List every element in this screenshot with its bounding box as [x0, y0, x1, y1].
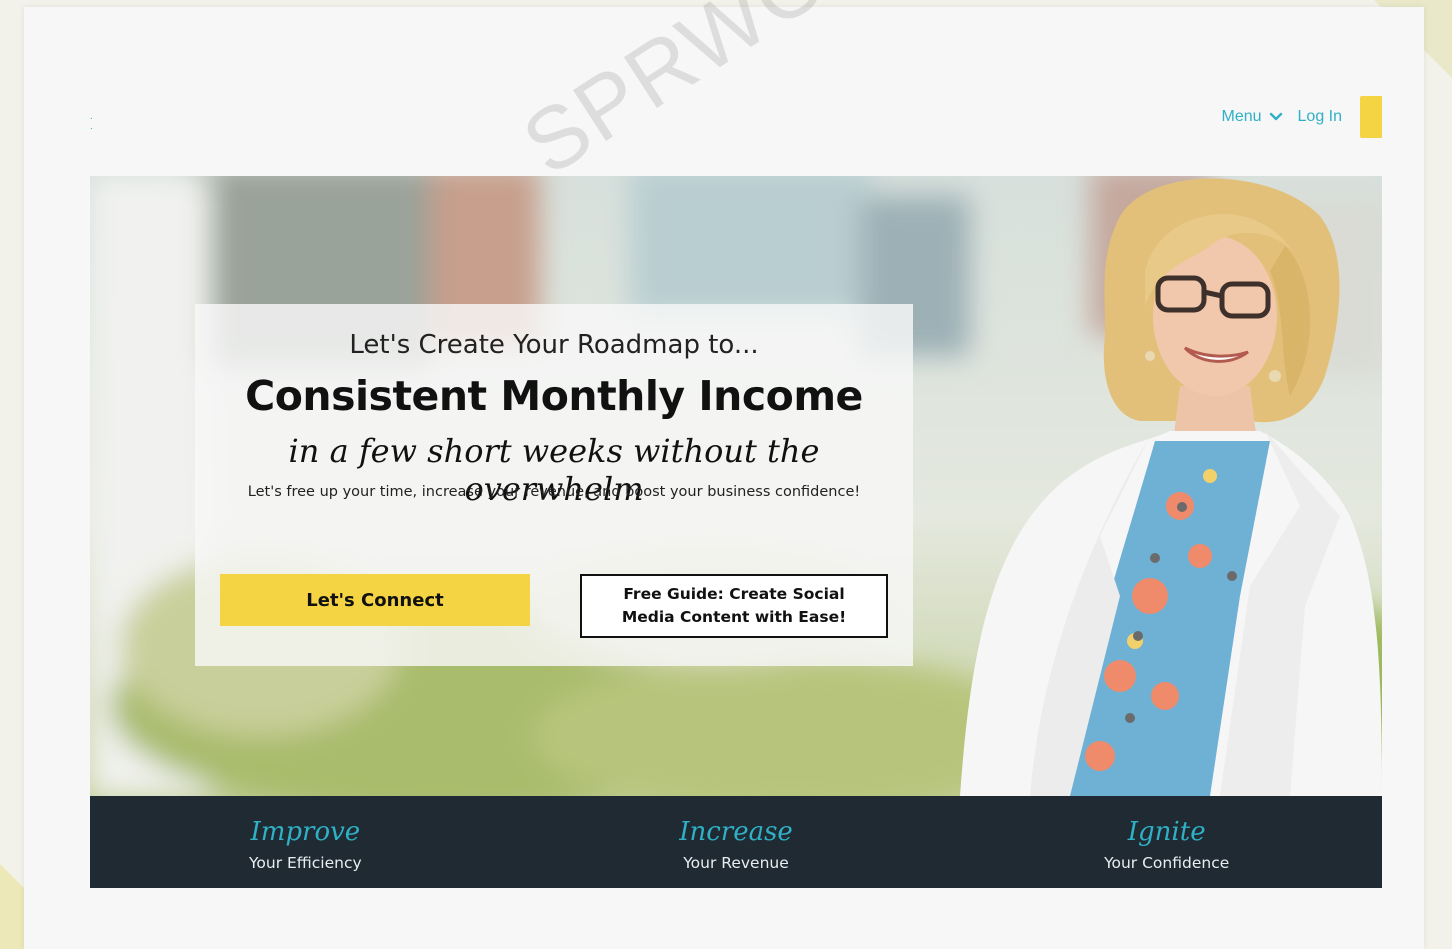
login-label: Log In	[1297, 108, 1342, 125]
lets-connect-button[interactable]: Let's Connect	[220, 574, 530, 626]
menu-label: Menu	[1221, 108, 1262, 125]
hero-card: Let's Create Your Roadmap to... Consiste…	[195, 304, 913, 666]
logo-fragment: ..	[90, 111, 93, 132]
hero-eyebrow: Let's Create Your Roadmap to...	[349, 330, 759, 360]
pillar-label: Your Efficiency	[248, 854, 362, 872]
pillar-script: Improve	[250, 817, 361, 847]
pillar-increase: Increase Your Revenue	[521, 796, 952, 888]
login-link[interactable]: Log In	[1298, 108, 1342, 126]
nav-cta-tab[interactable]	[1360, 96, 1382, 138]
pillar-label: Your Confidence	[1104, 854, 1230, 872]
value-pillars-strip: Improve Your Efficiency Increase Your Re…	[90, 796, 1382, 888]
hero-section: Let's Create Your Roadmap to... Consiste…	[90, 176, 1382, 796]
pillar-ignite: Ignite Your Confidence	[951, 796, 1382, 888]
pillar-script: Ignite	[1127, 817, 1206, 847]
pillar-label: Your Revenue	[683, 854, 789, 872]
hero-headline: Consistent Monthly Income	[245, 372, 863, 420]
chevron-down-icon	[1269, 112, 1282, 121]
pillar-script: Increase	[679, 817, 793, 847]
pillar-improve: Improve Your Efficiency	[90, 796, 521, 888]
free-guide-button[interactable]: Free Guide: Create Social Media Content …	[580, 574, 888, 638]
hero-subtext: Let's free up your time, increase your r…	[247, 484, 861, 500]
menu-dropdown[interactable]: Menu	[1221, 108, 1283, 126]
top-nav: Menu Log In	[1221, 96, 1382, 138]
